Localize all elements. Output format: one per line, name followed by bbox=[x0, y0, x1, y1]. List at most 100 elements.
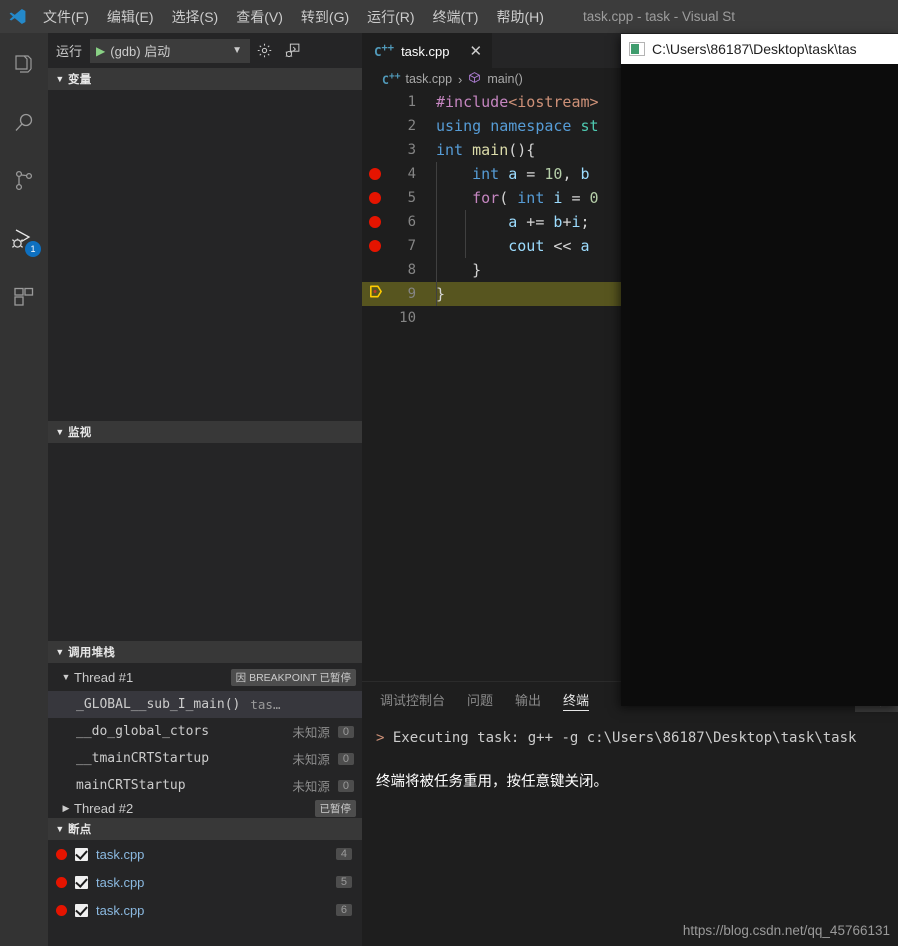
console-window-body[interactable] bbox=[621, 64, 898, 706]
terminal-body[interactable]: > Executing task: g++ -g c:\Users\86187\… bbox=[362, 717, 898, 793]
vscode-logo-icon bbox=[0, 0, 34, 33]
code-token: 0 bbox=[589, 189, 599, 207]
debug-console-icon[interactable] bbox=[278, 37, 306, 65]
code-token: int bbox=[517, 189, 545, 207]
variables-pane-header[interactable]: ▼ 变量 bbox=[48, 68, 362, 90]
breakpoint-checkbox[interactable] bbox=[75, 875, 88, 889]
activity-source-control[interactable] bbox=[0, 159, 48, 207]
menu-edit[interactable]: 编辑(E) bbox=[98, 0, 163, 33]
frame-source: 未知源 bbox=[292, 780, 330, 794]
breadcrumb-file[interactable]: task.cpp bbox=[405, 72, 452, 86]
breakpoint-checkbox[interactable] bbox=[75, 903, 88, 917]
terminal-message: 终端将被任务重用，按任意键关闭。 bbox=[376, 774, 608, 790]
line-number: 8 bbox=[407, 262, 416, 278]
indent-guide bbox=[436, 234, 437, 258]
breakpoint-row[interactable]: task.cpp 6 bbox=[48, 896, 362, 924]
watch-title: 监视 bbox=[68, 427, 92, 439]
watch-pane-body bbox=[48, 443, 362, 641]
close-icon[interactable]: ✕ bbox=[469, 42, 482, 60]
callstack-frame[interactable]: __tmainCRTStartup 未知源 0 bbox=[48, 745, 362, 772]
menu-view[interactable]: 查看(V) bbox=[227, 0, 292, 33]
code-token: <iostream> bbox=[508, 93, 599, 111]
callstack-title: 调用堆栈 bbox=[68, 647, 116, 659]
launch-config-select[interactable]: ▶ (gdb) 启动 ▼ bbox=[90, 38, 251, 63]
activity-extensions[interactable] bbox=[0, 275, 48, 323]
code-token: #include bbox=[436, 93, 509, 111]
callstack-frame[interactable]: mainCRTStartup 未知源 0 bbox=[48, 772, 362, 799]
search-icon bbox=[12, 111, 36, 140]
callstack-pane-body: ▼ Thread #1 因 BREAKPOINT 已暂停 _GLOBAL__su… bbox=[48, 663, 362, 818]
breadcrumb-symbol[interactable]: main() bbox=[487, 72, 522, 86]
panel-tab-terminal[interactable]: 终端 bbox=[563, 682, 590, 717]
terminal-command: Executing task: g++ -g c:\Users\86187\De… bbox=[384, 730, 857, 746]
line-number: 2 bbox=[407, 118, 416, 134]
code-token: int bbox=[472, 165, 500, 183]
indent-guide bbox=[436, 186, 437, 210]
chevron-down-icon: ▼ bbox=[55, 74, 65, 84]
callstack-thread[interactable]: ▶ Thread #2 已暂停 bbox=[48, 799, 362, 817]
panel-tab-problems[interactable]: 问题 bbox=[467, 682, 493, 717]
breakpoint-row[interactable]: task.cpp 4 bbox=[48, 840, 362, 868]
source-control-icon bbox=[12, 169, 36, 198]
play-icon[interactable]: ▶ bbox=[91, 44, 110, 58]
line-number: 7 bbox=[407, 238, 416, 254]
menu-file[interactable]: 文件(F) bbox=[34, 0, 98, 33]
activity-search[interactable] bbox=[0, 101, 48, 149]
vscode-window: 文件(F) 编辑(E) 选择(S) 查看(V) 转到(G) 运行(R) 终端(T… bbox=[0, 0, 898, 946]
breakpoints-pane-header[interactable]: ▼ 断点 bbox=[48, 818, 362, 840]
callstack-frame[interactable]: _GLOBAL__sub_I_main() tas… bbox=[48, 691, 362, 718]
activity-bar: 1 bbox=[0, 33, 48, 946]
console-window-titlebar[interactable]: C:\Users\86187\Desktop\task\tas bbox=[621, 34, 898, 64]
breakpoint-row[interactable]: task.cpp 5 bbox=[48, 868, 362, 896]
breakpoint-file: task.cpp bbox=[96, 874, 145, 890]
watermark: https://blog.csdn.net/qq_45766131 bbox=[682, 923, 890, 938]
code-token: st bbox=[580, 117, 599, 135]
callstack-pane-header[interactable]: ▼ 调用堆栈 bbox=[48, 641, 362, 663]
breakpoint-checkbox[interactable] bbox=[75, 847, 88, 861]
breakpoint-glyph[interactable] bbox=[362, 216, 388, 228]
gear-icon[interactable] bbox=[250, 37, 278, 65]
console-window[interactable]: C:\Users\86187\Desktop\task\tas bbox=[621, 34, 898, 706]
activity-explorer[interactable] bbox=[0, 43, 48, 91]
menu-help[interactable]: 帮助(H) bbox=[487, 0, 552, 33]
watch-pane-header[interactable]: ▼ 监视 bbox=[48, 421, 362, 443]
code-token: a bbox=[508, 213, 518, 231]
menu-run[interactable]: 运行(R) bbox=[358, 0, 423, 33]
menu-go[interactable]: 转到(G) bbox=[292, 0, 358, 33]
chevron-down-icon: ▼ bbox=[55, 647, 65, 657]
chevron-down-icon[interactable]: ▼ bbox=[225, 45, 249, 56]
breakpoint-dot-icon bbox=[56, 904, 67, 916]
breakpoint-dot-icon bbox=[369, 168, 381, 180]
code-token: += bbox=[517, 213, 554, 231]
code-token: namespace bbox=[490, 117, 572, 135]
bottom-panel: 调试控制台 问题 输出 终端 1: 任 > Executing task: g+… bbox=[362, 681, 898, 946]
code-token: using bbox=[436, 117, 482, 135]
breakpoint-glyph[interactable] bbox=[362, 240, 388, 252]
breakpoint-file: task.cpp bbox=[96, 846, 145, 862]
breakpoints-pane-body: task.cpp 4 task.cpp 5 task.cpp 6 bbox=[48, 840, 362, 930]
cpp-icon: C++ bbox=[382, 71, 401, 87]
code-token: << bbox=[544, 237, 581, 255]
frame-source: tas… bbox=[250, 697, 281, 712]
breakpoint-glyph[interactable] bbox=[362, 192, 388, 204]
panel-tab-debug-console[interactable]: 调试控制台 bbox=[380, 682, 445, 717]
activity-run-debug[interactable]: 1 bbox=[0, 217, 48, 265]
panel-tab-output[interactable]: 输出 bbox=[515, 682, 541, 717]
menu-terminal[interactable]: 终端(T) bbox=[424, 0, 488, 33]
code-token: = bbox=[517, 165, 545, 183]
line-number: 10 bbox=[399, 310, 416, 326]
menu-selection[interactable]: 选择(S) bbox=[163, 0, 228, 33]
editor-tab-task-cpp[interactable]: C++ task.cpp ✕ bbox=[362, 33, 493, 68]
execution-pointer[interactable] bbox=[362, 284, 388, 304]
thread-name: Thread #1 bbox=[74, 669, 134, 685]
callstack-thread[interactable]: ▼ Thread #1 因 BREAKPOINT 已暂停 bbox=[48, 663, 362, 691]
run-label: 运行 bbox=[56, 44, 83, 59]
indent-guide bbox=[465, 210, 466, 234]
chevron-right-icon: ▶ bbox=[62, 802, 70, 813]
variables-pane-body bbox=[48, 90, 362, 421]
breakpoint-glyph[interactable] bbox=[362, 168, 388, 180]
callstack-frame[interactable]: __do_global_ctors 未知源 0 bbox=[48, 718, 362, 745]
frame-source: 未知源 bbox=[292, 726, 330, 740]
